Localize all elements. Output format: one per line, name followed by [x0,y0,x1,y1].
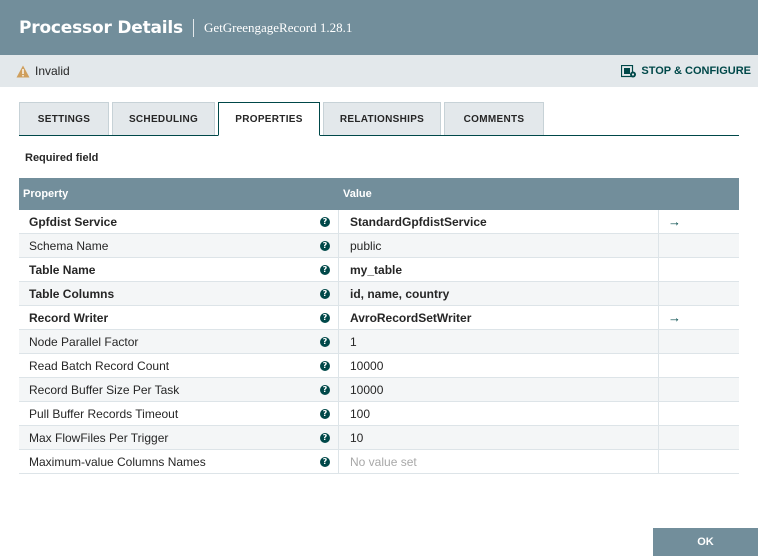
property-value[interactable]: 10000 [339,354,659,377]
property-actions-cell: → [659,210,739,233]
property-name: Pull Buffer Records Timeout [29,406,179,421]
help-icon[interactable]: ? [320,384,330,395]
property-name-cell: Node Parallel Factor? [19,330,339,353]
property-value[interactable]: 10000 [339,378,659,401]
tab-properties[interactable]: PROPERTIES [218,102,320,136]
property-actions-cell [659,258,739,281]
properties-table: Property Value Gpfdist Service? StandardG… [19,178,739,474]
help-icon[interactable]: ? [320,408,330,419]
property-name: Record Buffer Size Per Task [29,382,180,397]
table-row: Maximum-value Columns Names? No value set [19,450,739,474]
property-name: Table Columns [29,286,115,301]
property-value[interactable]: StandardGpfdistService [339,210,659,233]
property-value[interactable]: 1 [339,330,659,353]
help-icon[interactable]: ? [320,216,330,227]
property-name: Maximum-value Columns Names [29,454,206,469]
ok-button[interactable]: OK [653,528,758,556]
property-value[interactable]: public [339,234,659,257]
go-to-service-arrow-icon[interactable]: → [668,215,681,228]
property-name: Max FlowFiles Per Trigger [29,430,169,445]
dialog-header: Processor Details GetGreengageRecord 1.2… [0,0,758,55]
property-name-cell: Gpfdist Service? [19,210,339,233]
property-name-cell: Read Batch Record Count? [19,354,339,377]
property-name-cell: Record Buffer Size Per Task? [19,378,339,401]
title-separator [192,18,194,37]
help-icon[interactable]: ? [320,288,330,299]
column-header-property[interactable]: Property [19,188,339,200]
property-actions-cell [659,282,739,305]
table-row: Record Buffer Size Per Task? 10000 [19,378,739,402]
property-actions-cell [659,426,739,449]
property-value[interactable]: 10 [339,426,659,449]
property-name-cell: Schema Name? [19,234,339,257]
property-name: Gpfdist Service [29,214,118,229]
property-name-cell: Max FlowFiles Per Trigger? [19,426,339,449]
required-field-legend: Required field [25,152,99,164]
property-name-cell: Table Columns? [19,282,339,305]
table-body: Gpfdist Service? StandardGpfdistService → S… [19,210,739,474]
property-name: Table Name [29,262,96,277]
go-to-service-arrow-icon[interactable]: → [668,311,681,324]
tab-settings[interactable]: SETTINGS [19,102,109,135]
table-row: Max FlowFiles Per Trigger? 10 [19,426,739,450]
property-actions-cell: → [659,306,739,329]
property-value[interactable]: No value set [339,450,659,473]
table-row: Table Columns? id, name, country [19,282,739,306]
help-icon[interactable]: ? [320,336,330,347]
processor-type-label: GetGreengageRecord 1.28.1 [203,19,353,35]
property-value[interactable]: AvroRecordSetWriter [339,306,659,329]
tab-scheduling[interactable]: SCHEDULING [112,102,215,135]
help-icon[interactable]: ? [320,264,330,275]
property-name-cell: Maximum-value Columns Names? [19,450,339,473]
property-value[interactable]: id, name, country [339,282,659,305]
table-row: Record Writer? AvroRecordSetWriter → [19,306,739,330]
table-header: Property Value [19,178,739,210]
stop-and-configure-button[interactable]: STOP & CONFIGURE [621,64,751,78]
table-row: Node Parallel Factor? 1 [19,330,739,354]
dialog-title: Processor Details [19,17,183,38]
column-header-value[interactable]: Value [339,188,372,200]
tab-relationships[interactable]: RELATIONSHIPS [323,102,441,135]
property-actions-cell [659,330,739,353]
table-row: Read Batch Record Count? 10000 [19,354,739,378]
table-row: Gpfdist Service? StandardGpfdistService → [19,210,739,234]
property-actions-cell [659,402,739,425]
property-name-cell: Table Name? [19,258,339,281]
tab-comments[interactable]: COMMENTS [444,102,544,135]
warning-icon [16,65,30,78]
property-name: Schema Name [29,238,109,253]
table-row: Table Name? my_table [19,258,739,282]
stop-configure-label: STOP & CONFIGURE [641,65,751,77]
property-value[interactable]: my_table [339,258,659,281]
table-row: Pull Buffer Records Timeout? 100 [19,402,739,426]
stop-configure-icon [621,64,637,78]
property-name-cell: Pull Buffer Records Timeout? [19,402,339,425]
property-actions-cell [659,354,739,377]
help-icon[interactable]: ? [320,240,330,251]
help-icon[interactable]: ? [320,312,330,323]
property-name: Record Writer [29,310,109,325]
help-icon[interactable]: ? [320,432,330,443]
tab-bar: SETTINGS SCHEDULING PROPERTIES RELATIONS… [19,102,739,136]
property-actions-cell [659,234,739,257]
help-icon[interactable]: ? [320,456,330,467]
property-name-cell: Record Writer? [19,306,339,329]
help-icon[interactable]: ? [320,360,330,371]
property-value[interactable]: 100 [339,402,659,425]
property-name: Read Batch Record Count [29,358,170,373]
validation-status-label: Invalid [35,64,70,78]
table-row: Schema Name? public [19,234,739,258]
validation-status: Invalid [16,64,70,78]
property-name: Node Parallel Factor [29,334,139,349]
status-bar: Invalid STOP & CONFIGURE [0,55,758,87]
property-actions-cell [659,378,739,401]
property-actions-cell [659,450,739,473]
